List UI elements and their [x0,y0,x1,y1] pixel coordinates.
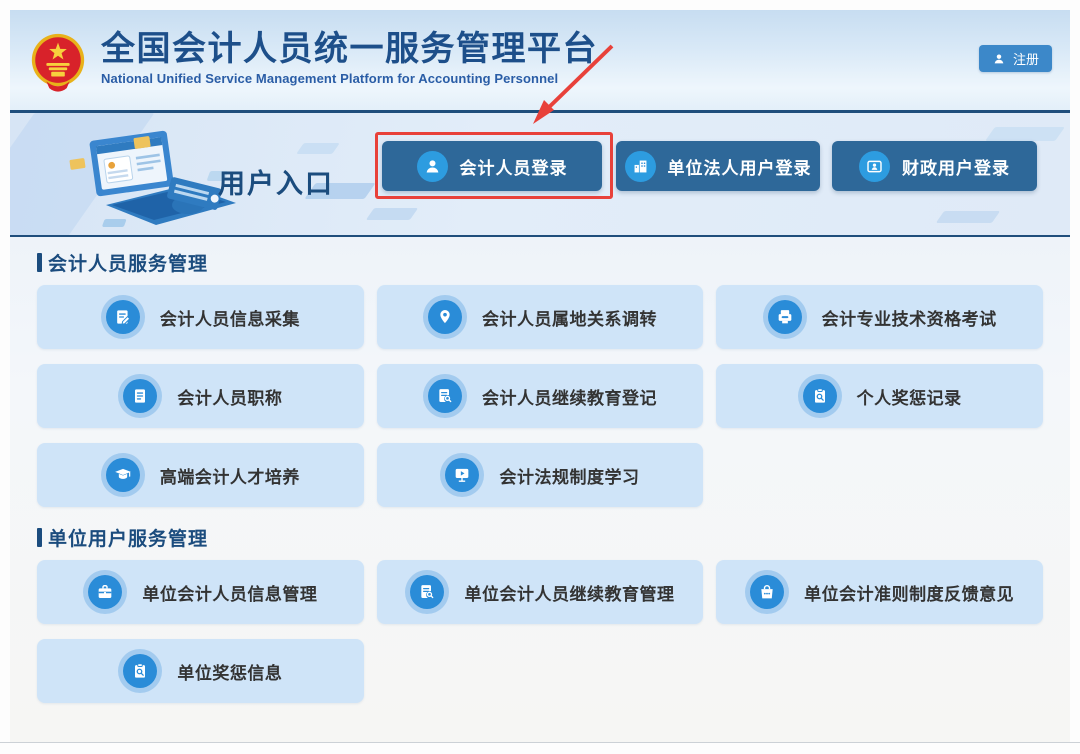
banner-stripe [366,208,418,220]
card-label: 会计人员继续教育登记 [482,384,657,409]
login-icon-circle [417,151,448,182]
site-title: 全国会计人员统一服务管理平台 [101,29,598,69]
card-icon-circle [410,575,444,609]
card-label: 会计人员属地关系调转 [482,305,657,330]
service-card[interactable]: 会计法规制度学习 [377,443,704,507]
service-card[interactable]: 会计专业技术资格考试 [716,285,1043,349]
login-button-2[interactable]: 单位法人用户登录 [616,141,820,191]
card-label: 单位会计人员继续教育管理 [464,580,674,605]
doc-search-icon [417,582,437,602]
user-entry-title: 用户入口 [218,162,334,201]
user-entry-banner: 用户入口 会计人员登录 单位法人用户登录 财政用户登录 [10,110,1070,237]
service-card[interactable]: 单位会计人员继续教育管理 [377,560,704,624]
card-label: 会计专业技术资格考试 [822,305,997,330]
clipboard-search-icon [130,661,150,681]
card-icon-ring [423,295,467,339]
card-grid: 单位会计人员信息管理 单位会计人员继续教育管理 单位会计准则制度反馈意见单位奖惩信息 [37,560,1043,703]
person-icon [423,157,442,176]
card-icon-ring [405,570,449,614]
card-label: 会计人员信息采集 [160,305,300,330]
monitor-play-icon [452,465,472,485]
register-button[interactable]: 注册 [979,45,1052,72]
briefcase-icon [95,582,115,602]
graduation-cap-icon [113,465,133,485]
login-button-1[interactable]: 会计人员登录 [382,141,602,191]
national-emblem-logo [27,31,89,93]
service-card[interactable]: 会计人员职称 [37,364,364,428]
card-icon-ring [118,649,162,693]
card-icon-circle [106,458,140,492]
banner-stripe [296,143,340,154]
service-card[interactable]: 会计人员继续教育登记 [377,364,704,428]
register-label: 注册 [1013,49,1039,68]
card-icon-circle [106,300,140,334]
login-icon-circle [625,151,656,182]
doc-search-icon [435,386,455,406]
service-card[interactable]: 单位奖惩信息 [37,639,364,703]
banner-stripe [985,127,1065,141]
page: 全国会计人员统一服务管理平台 National Unified Service … [0,0,1080,754]
card-label: 会计法规制度学习 [499,463,639,488]
card-icon-circle [803,379,837,413]
login-button-label: 财政用户登录 [902,154,1010,179]
service-card[interactable]: 会计人员信息采集 [37,285,364,349]
card-icon-ring [118,374,162,418]
login-button-label: 单位法人用户登录 [668,154,812,179]
card-icon-circle [88,575,122,609]
card-icon-ring [423,374,467,418]
login-icon-circle [859,151,890,182]
main-content: 会计人员服务管理会计人员信息采集会计人员属地关系调转会计专业技术资格考试会计人员… [10,237,1070,742]
card-icon-ring [83,570,127,614]
header: 全国会计人员统一服务管理平台 National Unified Service … [10,10,1070,110]
card-label: 单位会计人员信息管理 [142,580,317,605]
card-icon-ring [745,570,789,614]
login-button-label: 会计人员登录 [460,154,568,179]
section-bar [37,528,42,547]
card-icon-ring [101,453,145,497]
site-subtitle: National Unified Service Management Plat… [101,71,598,86]
location-pin-icon [435,307,455,327]
card-icon-ring [101,295,145,339]
card-icon-ring [798,374,842,418]
login-button-3[interactable]: 财政用户登录 [832,141,1037,191]
card-icon-ring [763,295,807,339]
banner-stripe [936,211,1000,223]
section-header: 单位用户服务管理 [37,526,1043,548]
person-icon [992,52,1006,66]
card-icon-circle [123,654,157,688]
service-card[interactable]: 单位会计人员信息管理 [37,560,364,624]
card-grid: 会计人员信息采集 会计人员属地关系调转 会计专业技术资格考试会计人员职称 会计人员继续… [37,285,1043,507]
building-icon [631,157,650,176]
titles: 全国会计人员统一服务管理平台 National Unified Service … [101,29,598,86]
card-label: 单位会计准则制度反馈意见 [804,580,1014,605]
brand: 全国会计人员统一服务管理平台 National Unified Service … [27,29,598,93]
exam-printer-icon [775,307,795,327]
card-label: 单位奖惩信息 [177,659,282,684]
section-title: 会计人员服务管理 [48,249,208,276]
section-title: 单位用户服务管理 [48,524,208,551]
service-card[interactable]: 高端会计人才培养 [37,443,364,507]
card-icon-circle [428,300,462,334]
service-card[interactable]: 会计人员属地关系调转 [377,285,704,349]
card-icon-circle [750,575,784,609]
section-bar [37,253,42,272]
card-label: 会计人员职称 [177,384,282,409]
section-header: 会计人员服务管理 [37,251,1043,273]
doc-edit-icon [113,307,133,327]
card-icon-circle [123,379,157,413]
card-icon-circle [428,379,462,413]
bag-feedback-icon [757,582,777,602]
bottom-edge [0,742,1080,754]
card-icon-circle [445,458,479,492]
doc-lines-icon [130,386,150,406]
service-card[interactable]: 单位会计准则制度反馈意见 [716,560,1043,624]
card-label: 个人奖惩记录 [857,384,962,409]
id-card-icon [865,157,884,176]
service-card[interactable]: 个人奖惩记录 [716,364,1043,428]
clipboard-search-icon [810,386,830,406]
card-label: 高端会计人才培养 [160,463,300,488]
card-icon-ring [440,453,484,497]
card-icon-circle [768,300,802,334]
